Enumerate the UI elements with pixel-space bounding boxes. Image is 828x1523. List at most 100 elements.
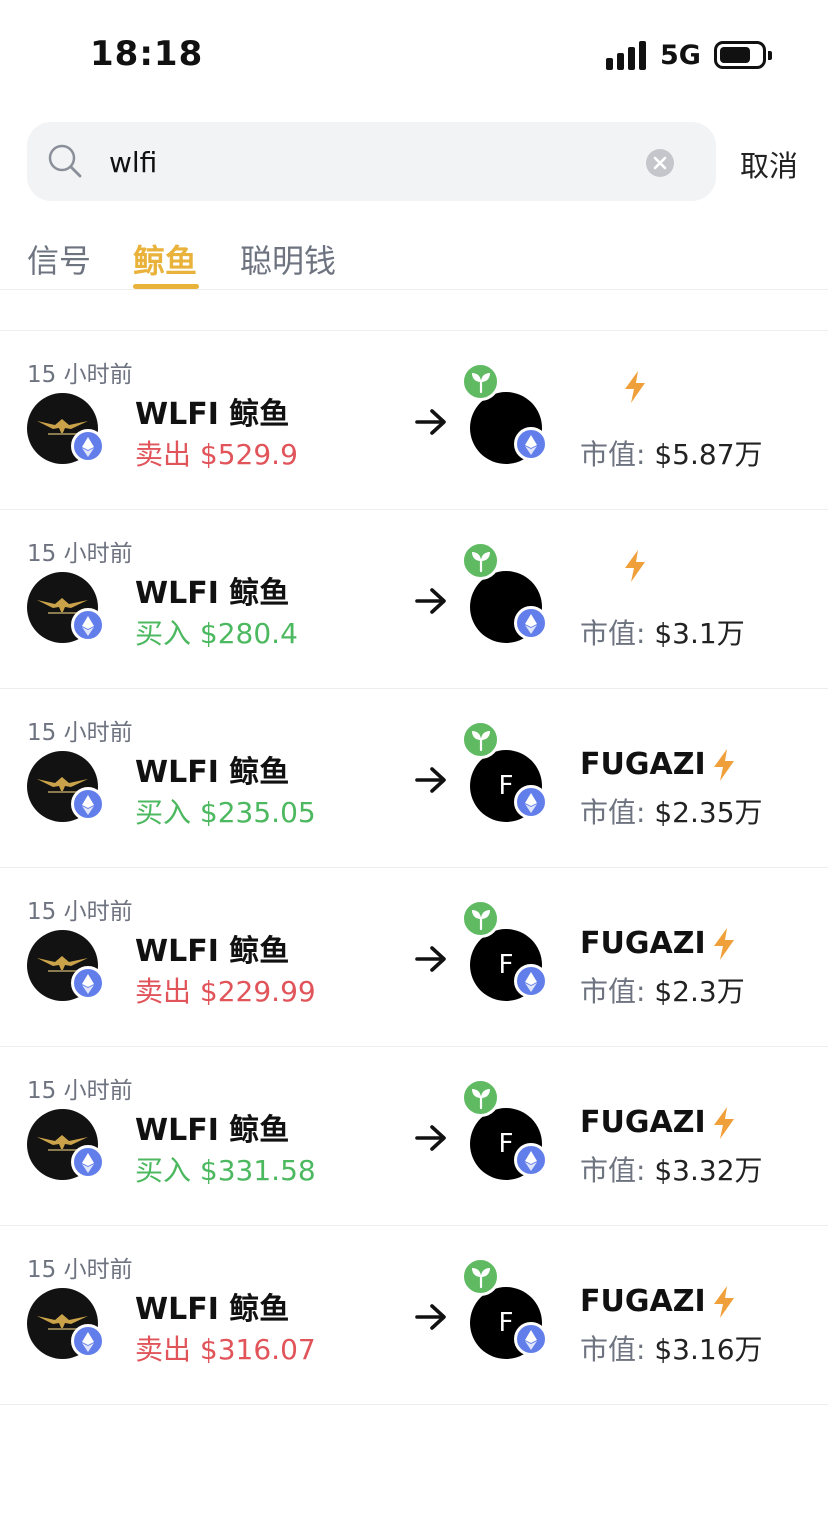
eth-icon [514,427,548,461]
market-cap: 市值: $2.3万 [580,970,745,1010]
tab-smart-money[interactable]: 聪明钱 [240,236,336,282]
leaf-icon [461,720,500,759]
market-cap: 市值: $3.1万 [580,612,745,652]
market-cap-value: $8.66万 [654,291,762,292]
wallet-name[interactable]: WLFI 鲸鱼 [135,747,289,791]
market-cap-value: $2.35万 [654,796,763,829]
trade-side: 卖出 [135,975,192,1008]
tab-bar: 信号 鲸鱼 聪明钱 [0,232,828,290]
trade-row[interactable]: 15 小时前 WLFI 鲸鱼 买入 $235.05 F FUGAZI 市值: $… [0,689,828,868]
trade-value: $229.99 [199,975,316,1008]
status-time: 18:18 [90,34,204,74]
leaf-icon [461,1078,500,1117]
market-cap: 市值: $2.35万 [580,791,763,831]
trade-row[interactable]: 15 小时前 WLFI 鲸鱼 买入 $280.4 市值: $3.1万 [0,510,828,689]
wallet-name[interactable]: WLFI 鲸鱼 [135,1284,289,1328]
trade-row[interactable]: 15 小时前 WLFI 鲸鱼 卖出 $316.07 F FUGAZI 市值: $… [0,1226,828,1405]
trade-value: $316.07 [199,1333,316,1366]
trade-value: $331.58 [199,1154,316,1187]
clear-icon[interactable] [646,149,674,177]
trade-side: 买入 [135,617,192,650]
eth-icon [71,787,105,821]
market-cap-value: $2.3万 [654,975,745,1008]
token-name[interactable]: FUGAZI [580,747,706,782]
trade-side: 卖出 [135,438,192,471]
tab-signal[interactable]: 信号 [27,236,91,282]
arrow-right-icon [415,588,446,614]
wallet-name[interactable]: WLFI 鲸鱼 [135,568,289,612]
arrow-right-icon [415,946,446,972]
market-cap-label: 市值: [580,291,654,292]
cancel-button[interactable]: 取消 [740,143,798,185]
search-icon [48,144,82,178]
leaf-icon [461,1257,500,1296]
trade-time: 15 小时前 [27,720,133,746]
status-bar: 18:18 5G [0,0,828,110]
token-name[interactable]: FUGAZI [580,1284,706,1319]
trade-row[interactable]: 15 小时前 WLFI 鲸鱼 卖出 $229.99 F FUGAZI 市值: $… [0,868,828,1047]
trade-row[interactable]: 15 小时前 WLFI 鲸鱼 买入 $331.58 F FUGAZI 市值: $… [0,1047,828,1226]
trade-side: 卖出 [135,1333,192,1366]
trade-side: 买入 [135,291,191,292]
eth-icon [514,1322,548,1356]
token-name[interactable]: FUGAZI [580,926,706,961]
lightning-icon [714,1286,734,1318]
trade-value: $529.9 [199,438,298,471]
wallet-name[interactable]: WLFI 鲸鱼 [135,1105,289,1149]
trade-time: 15 小时前 [27,362,133,388]
trade-amount: 买入 $235.05 [135,791,316,831]
arrow-right-icon [415,1125,446,1151]
lightning-icon [625,550,645,582]
trade-amount: 卖出 $529.9 [135,433,298,473]
arrow-right-icon [415,409,446,435]
trade-amount: 买入 $474.63 [135,291,316,294]
arrow-right-icon [415,767,446,793]
market-cap-label: 市值: [580,617,655,650]
eth-icon [71,608,105,642]
lightning-icon [714,928,734,960]
trade-time: 15 小时前 [27,899,133,925]
eth-icon [71,429,105,463]
lightning-icon [714,749,734,781]
wallet-name[interactable]: WLFI 鲸鱼 [135,926,289,970]
trade-amount: 买入 $331.58 [135,1149,316,1189]
market-cap-label: 市值: [580,1333,655,1366]
arrow-right-icon [415,1304,446,1330]
market-cap: 市值: $3.32万 [580,1149,763,1189]
trade-row[interactable]: 15 小时前 WLFI 鲸鱼 买入 $474.63 [0,291,828,331]
token-name[interactable]: FUGAZI [580,1105,706,1140]
trade-side: 买入 [135,1154,192,1187]
eth-icon [71,966,105,1000]
trade-row[interactable]: 15 小时前 WLFI 鲸鱼 卖出 $529.9 市值: $5.87万 [0,331,828,510]
eth-icon [514,785,548,819]
signal-icon [606,40,648,70]
leaf-icon [461,899,500,938]
market-cap-value: $3.1万 [654,617,745,650]
trade-time: 15 小时前 [27,541,133,567]
market-cap: 市值: $5.87万 [580,433,763,473]
eth-icon [71,1324,105,1358]
battery-icon [714,41,772,69]
market-cap-value: $3.16万 [654,1333,763,1366]
trade-amount: 卖出 $316.07 [135,1328,316,1368]
market-cap-value: $5.87万 [654,438,763,471]
search-box[interactable] [27,122,716,201]
trade-value: $280.4 [199,617,298,650]
market-cap-label: 市值: [580,1154,655,1187]
eth-icon [514,606,548,640]
tab-whale[interactable]: 鲸鱼 [133,236,197,282]
eth-icon [514,964,548,998]
wallet-name[interactable]: WLFI 鲸鱼 [135,389,289,433]
trade-amount: 卖出 $229.99 [135,970,316,1010]
active-tab-indicator [133,284,199,289]
market-cap-label: 市值: [580,796,655,829]
lightning-icon [714,1107,734,1139]
trade-list[interactable]: 15 小时前 WLFI 鲸鱼 买入 $474.63 [0,291,828,1523]
market-cap-value: $3.32万 [654,1154,763,1187]
trade-time: 15 小时前 [27,1257,133,1283]
leaf-icon [461,541,500,580]
trade-side: 买入 [135,796,192,829]
search-input[interactable] [109,140,649,184]
network-label: 5G [660,40,701,71]
market-cap-label: 市值: [580,438,655,471]
